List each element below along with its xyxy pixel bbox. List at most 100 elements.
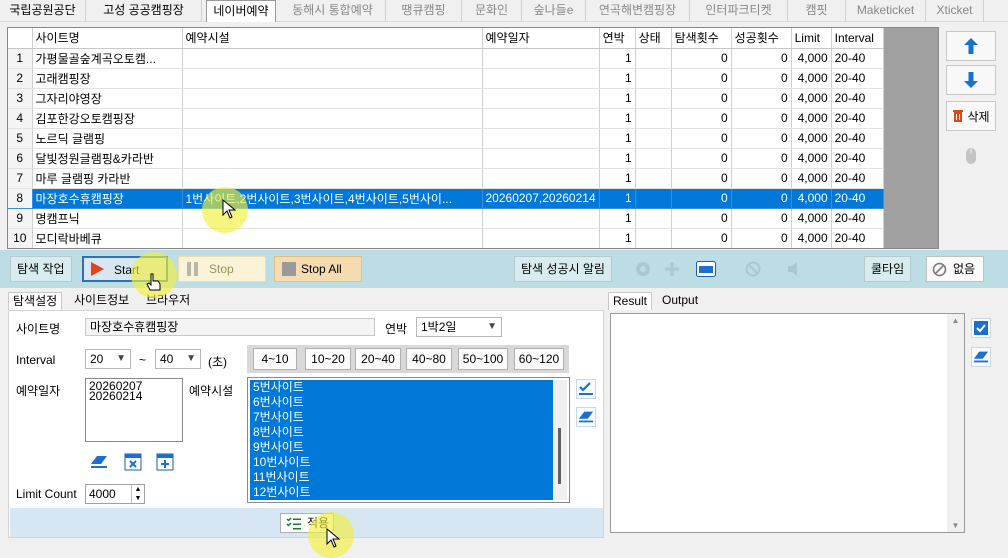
search-count-cell[interactable]: 0 xyxy=(671,228,732,248)
table-row[interactable]: 5 노르딕 글램핑 1 0 0 4,000 20-40 xyxy=(8,128,884,149)
site-name-cell[interactable]: 노르딕 글램핑 xyxy=(32,128,183,149)
limit-cell[interactable]: 4,000 xyxy=(791,228,832,248)
alert-option-2[interactable] xyxy=(662,259,682,279)
site-name-field[interactable]: 마장호수휴캠핑장 xyxy=(85,318,375,336)
date-cell[interactable]: 20260207,20260214 xyxy=(482,188,600,209)
success-count-cell[interactable]: 0 xyxy=(731,68,792,89)
table-row[interactable]: 2 고래캠핑장 1 0 0 4,000 20-40 xyxy=(8,68,884,89)
table-row[interactable]: 9 명캠프닉 1 0 0 4,000 20-40 xyxy=(8,208,884,229)
success-count-cell[interactable]: 0 xyxy=(731,148,792,169)
limit-cell[interactable]: 4,000 xyxy=(791,48,832,69)
limit-count-stepper[interactable]: 4000 ▲ ▼ xyxy=(85,484,145,504)
limit-cell[interactable]: 4,000 xyxy=(791,108,832,129)
row-number[interactable]: 5 xyxy=(8,128,33,149)
nights-cell[interactable]: 1 xyxy=(599,148,636,169)
row-number[interactable]: 2 xyxy=(8,68,33,89)
nights-cell[interactable]: 1 xyxy=(599,208,636,229)
facility-cell[interactable] xyxy=(182,148,483,169)
date-cell[interactable] xyxy=(482,228,600,248)
facility-list[interactable]: 5번사이트 6번사이트 7번사이트 8번사이트 9번사이트 10번사이트 11번사이트 12번… xyxy=(247,377,570,503)
nights-cell[interactable]: 1 xyxy=(599,228,636,248)
search-count-cell[interactable]: 0 xyxy=(671,168,732,189)
tab-naver[interactable]: 네이버예약 xyxy=(206,0,276,22)
range-40-80-button[interactable]: 40~80 xyxy=(406,348,452,370)
facility-cell[interactable] xyxy=(182,48,483,69)
select-all-facilities-button[interactable] xyxy=(576,379,596,399)
row-number[interactable]: 3 xyxy=(8,88,33,109)
clear-dates-button[interactable] xyxy=(89,452,109,472)
facility-item[interactable]: 12번사이트 xyxy=(250,485,553,500)
row-number[interactable]: 7 xyxy=(8,168,33,189)
tab-browser[interactable]: 브라우저 xyxy=(142,292,194,310)
facility-cell[interactable] xyxy=(182,168,483,189)
tab-thankyou[interactable]: 땡큐캠핑 xyxy=(386,0,462,22)
tab-forest[interactable]: 숲나들e xyxy=(522,0,586,22)
result-check-button[interactable] xyxy=(971,318,991,338)
tab-munhwain[interactable]: 문화인 xyxy=(462,0,522,22)
success-count-cell[interactable]: 0 xyxy=(731,208,792,229)
date-cell[interactable] xyxy=(482,68,600,89)
stop-button[interactable]: Stop xyxy=(178,256,266,282)
range-10-20-button[interactable]: 10~20 xyxy=(305,348,351,370)
interval-cell[interactable]: 20-40 xyxy=(831,168,884,189)
search-count-cell[interactable]: 0 xyxy=(671,128,732,149)
row-number[interactable]: 1 xyxy=(8,48,33,69)
nights-cell[interactable]: 1 xyxy=(599,108,636,129)
success-count-cell[interactable]: 0 xyxy=(731,48,792,69)
move-down-button[interactable] xyxy=(946,65,996,95)
stepper-arrows[interactable]: ▲ ▼ xyxy=(131,485,144,503)
tab-interpark[interactable]: 인터파크티켓 xyxy=(690,0,788,22)
date-cell[interactable] xyxy=(482,108,600,129)
interval-cell[interactable]: 20-40 xyxy=(831,208,884,229)
col-interval[interactable]: Interval xyxy=(831,28,884,49)
table-row[interactable]: 4 김포한강오토캠핑장 1 0 0 4,000 20-40 xyxy=(8,108,884,129)
limit-cell[interactable]: 4,000 xyxy=(791,88,832,109)
status-cell[interactable] xyxy=(635,88,672,109)
row-number[interactable]: 9 xyxy=(8,208,33,229)
col-facility[interactable]: 예약시설 xyxy=(182,28,483,49)
site-name-cell[interactable]: 가평물골숲계곡오토캠... xyxy=(32,48,183,69)
facility-item[interactable]: 9번사이트 xyxy=(250,440,553,455)
result-clear-button[interactable] xyxy=(971,347,991,367)
search-count-cell[interactable]: 0 xyxy=(671,108,732,129)
nights-cell[interactable]: 1 xyxy=(599,68,636,89)
tab-output[interactable]: Output xyxy=(658,292,702,310)
scroll-thumb[interactable] xyxy=(558,428,561,484)
site-name-cell[interactable]: 명캠프닉 xyxy=(32,208,183,229)
limit-cell[interactable]: 4,000 xyxy=(791,188,832,209)
success-count-cell[interactable]: 0 xyxy=(731,88,792,109)
tab-yeongok[interactable]: 연곡해변캠핑장 xyxy=(586,0,690,22)
facility-item[interactable]: 10번사이트 xyxy=(250,455,553,470)
move-up-button[interactable] xyxy=(946,31,996,61)
tab-result[interactable]: Result xyxy=(608,292,653,310)
table-row[interactable]: 8 마장호수휴캠핑장 1번사이트,2번사이트,3번사이트,4번사이트,5번사이...… xyxy=(8,188,884,209)
remove-date-button[interactable] xyxy=(123,452,143,472)
search-count-cell[interactable]: 0 xyxy=(671,88,732,109)
result-scrollbar[interactable]: ▲ ▼ xyxy=(947,314,964,532)
stop-all-button[interactable]: Stop All xyxy=(274,256,362,282)
stepper-up-icon[interactable]: ▲ xyxy=(132,485,144,494)
success-count-cell[interactable]: 0 xyxy=(731,108,792,129)
interval-cell[interactable]: 20-40 xyxy=(831,108,884,129)
nights-cell[interactable]: 1 xyxy=(599,188,636,209)
success-count-cell[interactable]: 0 xyxy=(731,168,792,189)
search-count-cell[interactable]: 0 xyxy=(671,68,732,89)
interval-cell[interactable]: 20-40 xyxy=(831,148,884,169)
range-4-10-button[interactable]: 4~10 xyxy=(253,348,297,370)
facility-cell[interactable] xyxy=(182,108,483,129)
tab-goseong[interactable]: 고성 공공캠핑장 xyxy=(86,0,202,22)
nights-cell[interactable]: 1 xyxy=(599,128,636,149)
success-count-cell[interactable]: 0 xyxy=(731,128,792,149)
table-row[interactable]: 7 마루 글램핑 카라반 1 0 0 4,000 20-40 xyxy=(8,168,884,189)
col-date[interactable]: 예약일자 xyxy=(482,28,600,49)
facility-cell[interactable] xyxy=(182,88,483,109)
date-cell[interactable] xyxy=(482,128,600,149)
date-cell[interactable] xyxy=(482,48,600,69)
col-nights[interactable]: 연박 xyxy=(599,28,636,49)
col-success-count[interactable]: 성공횟수 xyxy=(731,28,792,49)
search-count-cell[interactable]: 0 xyxy=(671,188,732,209)
row-number[interactable]: 10 xyxy=(8,228,33,248)
status-cell[interactable] xyxy=(635,108,672,129)
nights-cell[interactable]: 1 xyxy=(599,48,636,69)
alert-option-4[interactable] xyxy=(743,259,763,279)
